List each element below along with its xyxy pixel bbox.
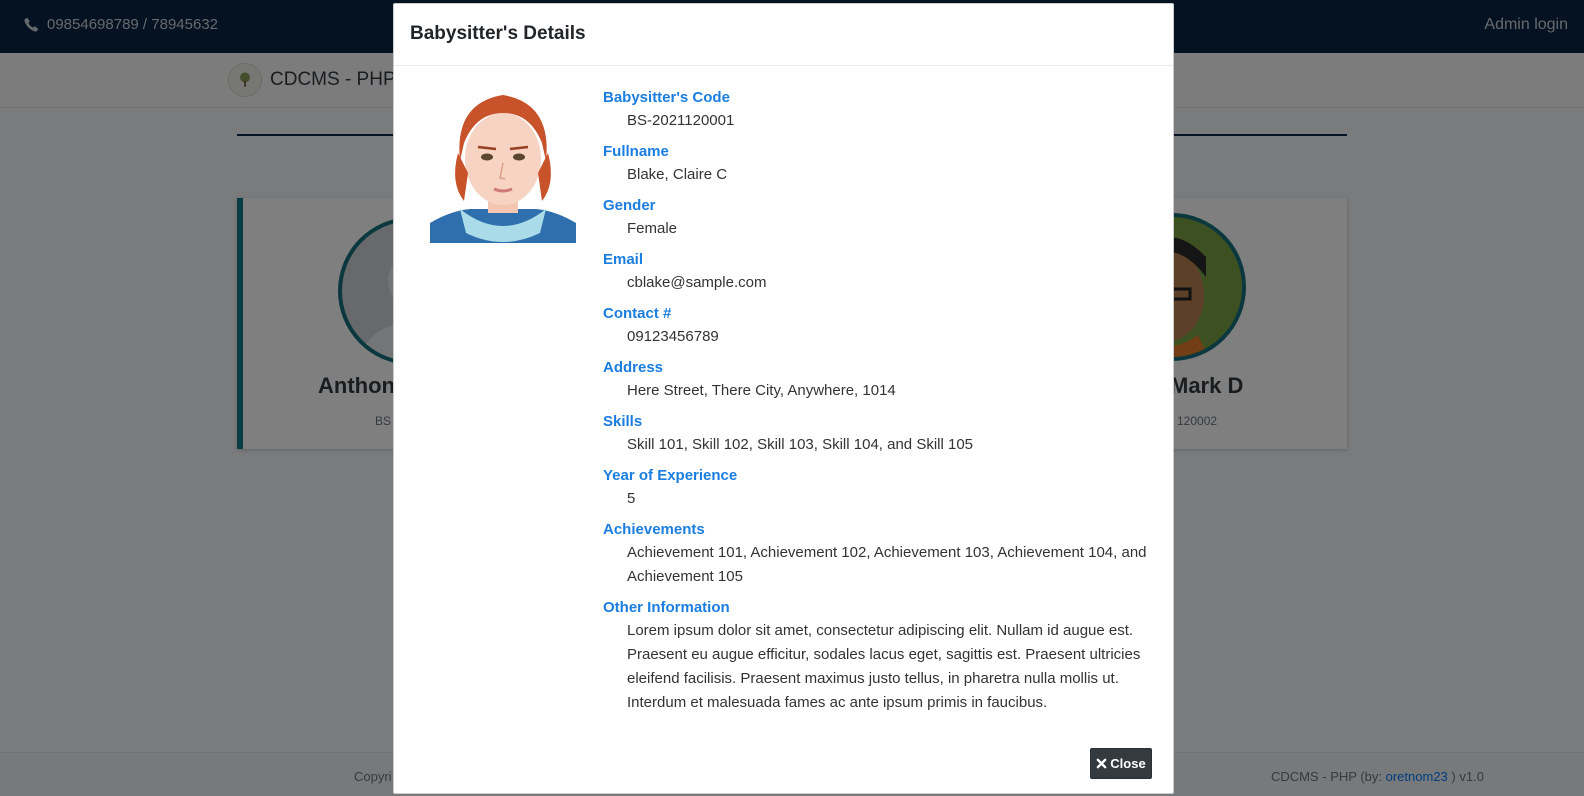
field-other-information: Other Information Lorem ipsum dolor sit … <box>603 597 1148 715</box>
field-label: Babysitter's Code <box>603 89 730 106</box>
close-button-label: Close <box>1110 756 1146 771</box>
field-value: Skill 101, Skill 102, Skill 103, Skill 1… <box>627 436 974 453</box>
field-label: Email <box>603 251 644 268</box>
modal-title: Babysitter's Details <box>410 23 586 44</box>
field-gender: Gender Female <box>603 195 1148 241</box>
field-label: Year of Experience <box>603 467 738 484</box>
field-value: Female <box>627 220 678 237</box>
field-label: Gender <box>603 197 656 214</box>
field-achievements: Achievements Achievement 101, Achievemen… <box>603 519 1148 589</box>
field-value: 09123456789 <box>627 328 719 345</box>
field-label: Contact # <box>603 305 672 322</box>
babysitter-photo <box>430 83 576 243</box>
field-label: Address <box>603 359 664 376</box>
field-label: Other Information <box>603 599 730 616</box>
field-value: Here Street, There City, Anywhere, 1014 <box>627 382 896 399</box>
field-value: BS-2021120001 <box>627 112 735 129</box>
babysitter-details-modal: Babysitter's Details Babysitter's Code B… <box>393 3 1174 794</box>
field-code: Babysitter's Code BS-2021120001 <box>603 87 1148 133</box>
field-label: Achievements <box>603 521 705 538</box>
details-list: Babysitter's Code BS-2021120001 Fullname… <box>603 87 1148 723</box>
field-email: Email cblake@sample.com <box>603 249 1148 295</box>
field-value: 5 <box>627 490 636 507</box>
field-value: Lorem ipsum dolor sit amet, consectetur … <box>627 622 1141 711</box>
field-contact: Contact # 09123456789 <box>603 303 1148 349</box>
field-label: Fullname <box>603 143 669 160</box>
field-label: Skills <box>603 413 643 430</box>
field-value: cblake@sample.com <box>627 274 767 291</box>
field-fullname: Fullname Blake, Claire C <box>603 141 1148 187</box>
field-skills: Skills Skill 101, Skill 102, Skill 103, … <box>603 411 1148 457</box>
field-experience: Year of Experience 5 <box>603 465 1148 511</box>
field-address: Address Here Street, There City, Anywher… <box>603 357 1148 403</box>
modal-header: Babysitter's Details <box>394 4 1173 66</box>
close-button[interactable]: Close <box>1090 748 1152 779</box>
close-x-icon <box>1096 758 1107 769</box>
field-value: Achievement 101, Achievement 102, Achiev… <box>627 544 1147 585</box>
field-value: Blake, Claire C <box>627 166 728 183</box>
